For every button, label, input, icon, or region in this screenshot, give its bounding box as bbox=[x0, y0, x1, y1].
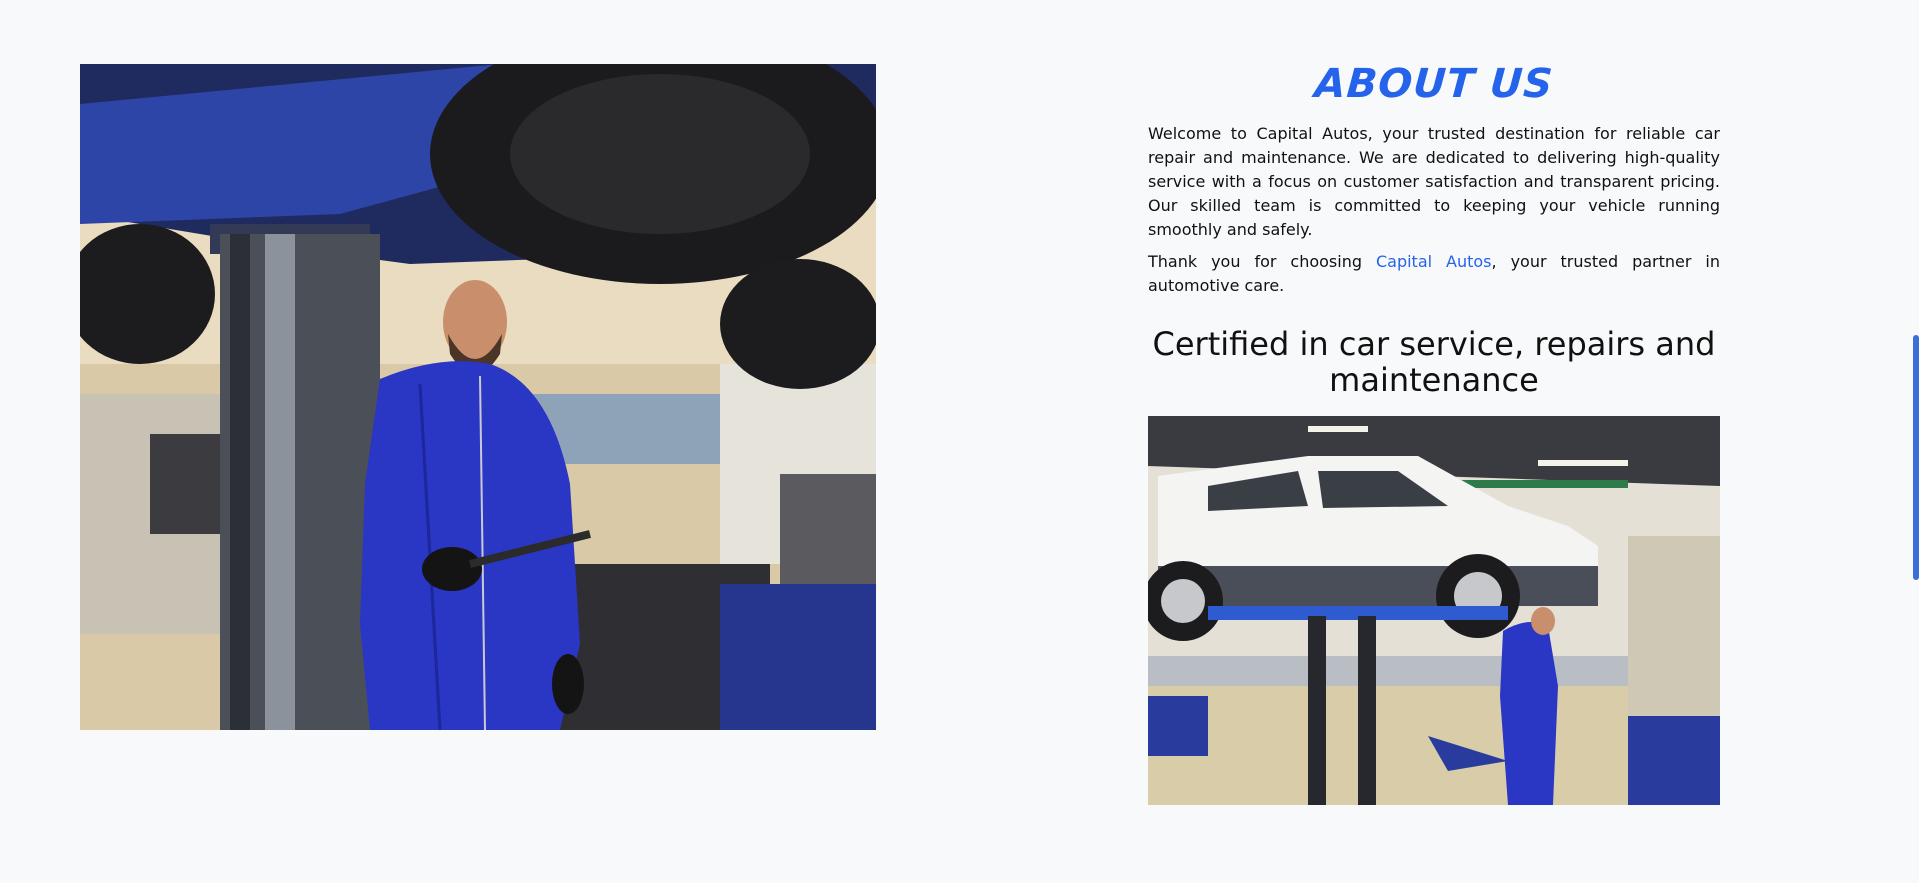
about-title: ABOUT US bbox=[1313, 61, 1555, 107]
scrollbar-thumb[interactable] bbox=[1913, 335, 1919, 580]
certification-heading: Certified in car service, repairs and ma… bbox=[1152, 325, 1716, 399]
capital-autos-link[interactable]: Capital Autos bbox=[1376, 252, 1492, 271]
thanks-text-start: Thank you for choosing bbox=[1148, 252, 1376, 271]
about-thanks-paragraph: Thank you for choosing Capital Autos, yo… bbox=[1148, 250, 1720, 298]
mechanic-under-car-photo bbox=[80, 64, 876, 730]
about-section: ABOUT US Welcome to Capital Autos, your … bbox=[1148, 60, 1720, 398]
car-on-lift-photo bbox=[1148, 416, 1720, 805]
page-scrollbar[interactable] bbox=[1913, 0, 1919, 883]
about-intro-paragraph: Welcome to Capital Autos, your trusted d… bbox=[1148, 124, 1720, 239]
